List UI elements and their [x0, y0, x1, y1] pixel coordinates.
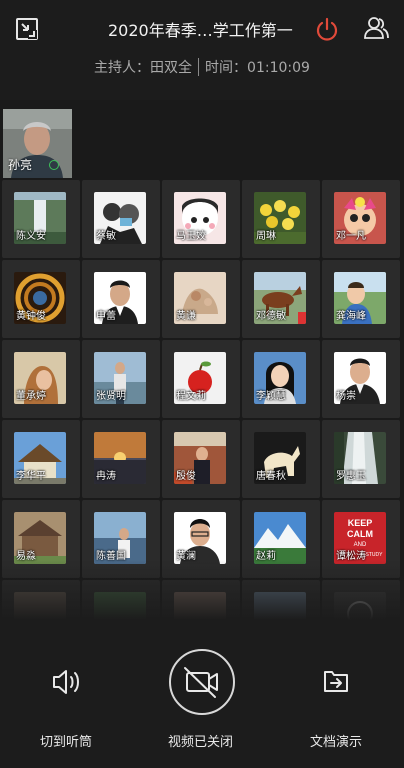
participant-name: 殷俊 [176, 471, 196, 482]
participant-name: 马玉姣 [176, 231, 206, 242]
participant-tile[interactable]: 张贤明 [82, 340, 160, 418]
host-label: 主持人： [94, 60, 151, 76]
participant-name: 黄钟俊 [16, 311, 46, 322]
participant-tile[interactable]: 邓德敏 [242, 260, 320, 338]
participant-tile[interactable]: 冉涛 [82, 420, 160, 498]
time-label: 时间： [205, 60, 248, 76]
poster-line-2: CALM [347, 529, 373, 539]
participant-name: 邓德敏 [256, 311, 286, 322]
meeting-info: 主持人：田双全 时间：01:10:09 [0, 57, 404, 77]
participant-tile[interactable]: 杨崇 [322, 340, 400, 418]
video-toggle-button[interactable] [169, 649, 235, 715]
participant-tile[interactable]: 邓一凡 [322, 180, 400, 258]
meeting-header: 2020年春季…学工作第一 主持人：田双全 时间：01:10:09 [0, 0, 404, 100]
active-speaker-name: 孙亮 [8, 158, 33, 172]
document-share-icon[interactable] [320, 666, 352, 696]
speaker-icon[interactable] [48, 664, 84, 700]
control-bar: 切到听筒 视频已关闭 文档演示 [0, 620, 404, 768]
participant-tile[interactable]: 殷俊 [162, 420, 240, 498]
participant-name: 冉涛 [96, 471, 116, 482]
participant-grid: 陈义安 蔡敏 马玉姣 周琳 邓一凡 黄钟俊 申蕾 黄谦 邓德敏 龚海峰 董承婷 [2, 180, 402, 620]
host-name: 田双全 [150, 60, 193, 76]
mic-active-icon [49, 160, 59, 170]
participant-name: 陈义安 [16, 231, 46, 242]
participant-tile[interactable]: 马玉姣 [162, 180, 240, 258]
document-share-label[interactable]: 文档演示 [310, 731, 362, 750]
participant-tile[interactable]: 董承婷 [2, 340, 80, 418]
participant-tile[interactable]: 黄谦 [162, 260, 240, 338]
members-icon[interactable] [362, 14, 390, 42]
participant-tile[interactable]: 李华平 [2, 420, 80, 498]
participant-name: 李颖慧 [256, 391, 286, 402]
participant-name: 邓一凡 [336, 231, 366, 242]
grid-fade [0, 560, 404, 620]
exit-fullscreen-icon[interactable] [14, 16, 40, 42]
poster-line-1: KEEP [348, 518, 373, 528]
participant-name: 黄谦 [176, 311, 196, 322]
meeting-title: 2020年春季…学工作第一 [108, 21, 293, 40]
participant-name: 罗惠玉 [336, 471, 366, 482]
audio-route-label[interactable]: 切到听筒 [40, 731, 92, 750]
participant-tile[interactable]: 李颖慧 [242, 340, 320, 418]
participant-name: 周琳 [256, 231, 276, 242]
power-icon[interactable] [314, 15, 340, 43]
meeting-duration: 01:10:09 [247, 60, 310, 76]
participant-tile[interactable]: 陈义安 [2, 180, 80, 258]
video-status-label[interactable]: 视频已关闭 [168, 731, 233, 750]
active-speaker-video[interactable]: 孙亮 [3, 109, 72, 178]
participant-name: 杨崇 [336, 391, 356, 402]
participant-name: 唐春秋 [256, 471, 286, 482]
camera-off-icon [184, 667, 218, 698]
participant-tile[interactable]: 周琳 [242, 180, 320, 258]
participant-tile[interactable]: 唐春秋 [242, 420, 320, 498]
participant-name: 董承婷 [16, 391, 46, 402]
participant-tile[interactable]: 罗惠玉 [322, 420, 400, 498]
participant-name: 龚海峰 [336, 311, 366, 322]
participant-name: 张贤明 [96, 391, 126, 402]
divider [198, 58, 200, 76]
participant-tile[interactable]: 程文莉 [162, 340, 240, 418]
participant-tile[interactable]: 龚海峰 [322, 260, 400, 338]
participant-name: 程文莉 [176, 391, 206, 402]
participant-name: 李华平 [16, 471, 46, 482]
participant-name: 蔡敏 [96, 231, 116, 242]
participant-tile[interactable]: 黄钟俊 [2, 260, 80, 338]
participant-name: 申蕾 [96, 311, 116, 322]
participant-tile[interactable]: 蔡敏 [82, 180, 160, 258]
participant-tile[interactable]: 申蕾 [82, 260, 160, 338]
poster-line-4: STUDY [366, 552, 384, 558]
